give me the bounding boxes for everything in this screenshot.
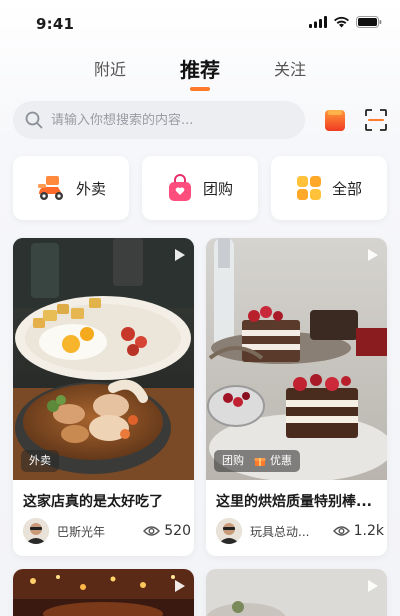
view-count: 1.2k [332,523,384,539]
post-image [206,569,387,616]
tag-label: 外卖 [29,454,51,467]
food-photo [13,238,194,480]
tab-nearby[interactable]: 附近 [65,56,155,96]
avatar[interactable] [23,518,49,544]
cake-photo [206,238,387,480]
delivery-scooter-icon [37,176,63,200]
grid-icon [296,176,321,200]
wifi-icon [334,16,349,28]
search-bar[interactable] [13,101,305,139]
category-label: 全部 [331,179,362,198]
tab-label: 推荐 [180,58,220,82]
tab-label: 关注 [273,60,306,79]
search-icon [25,111,43,129]
scan-icon[interactable] [365,109,387,131]
author-name[interactable]: 玩具总动... [250,523,309,540]
author-name[interactable]: 巴斯光年 [57,523,105,540]
avatar[interactable] [216,518,242,544]
post-title: 这里的烘焙质量特别棒... [216,494,372,510]
category-all[interactable]: 全部 [271,156,387,220]
status-icons [309,16,382,28]
view-count-value: 520 [164,523,191,539]
post-meta: 玩具总动... 1.2k [216,517,384,545]
play-icon [368,580,378,592]
category-label: 团购 [202,179,233,198]
post-image: 外卖 [13,238,194,480]
active-tab-indicator [190,87,210,91]
post-card[interactable]: 团购 优惠 这里的烘焙质量特别棒... 玩具总动... 1.2k [206,238,387,556]
post-tag: 外卖 [21,450,59,472]
status-bar: 9:41 [0,0,400,46]
category-label: 外卖 [75,179,106,198]
shopping-bag-icon [168,174,191,201]
tag-label: 团购 [222,454,244,467]
gift-icon [254,458,266,466]
tab-following[interactable]: 关注 [245,56,335,96]
post-title: 这家店真的是太好吃了 [23,494,163,510]
view-count-value: 1.2k [353,523,384,539]
post-card[interactable] [13,569,194,616]
search-input[interactable] [51,112,281,128]
cellular-signal-icon [309,16,327,28]
tab-label: 附近 [93,60,126,79]
post-card[interactable]: 外卖 这家店真的是太好吃了 巴斯光年 520 [13,238,194,556]
play-icon [175,580,185,592]
eye-icon [332,526,350,536]
category-delivery[interactable]: 外卖 [13,156,129,220]
coupon-icon[interactable] [324,108,346,132]
play-icon [175,249,185,261]
tab-recommended[interactable]: 推荐 [155,56,245,96]
post-image: 团购 优惠 [206,238,387,480]
post-card[interactable] [206,569,387,616]
post-meta: 巴斯光年 520 [23,517,191,545]
view-count: 520 [143,523,191,539]
post-tag: 团购 优惠 [214,450,300,472]
category-group-buy[interactable]: 团购 [142,156,258,220]
feed-tabs: 附近 推荐 关注 [0,56,400,96]
status-time: 9:41 [36,15,75,33]
category-row: 外卖 团购 全部 [13,156,387,220]
battery-icon [356,16,382,28]
post-image [13,569,194,616]
eye-icon [143,526,161,536]
play-icon [368,249,378,261]
search-row [13,101,391,139]
tag-extra-label: 优惠 [270,454,292,467]
